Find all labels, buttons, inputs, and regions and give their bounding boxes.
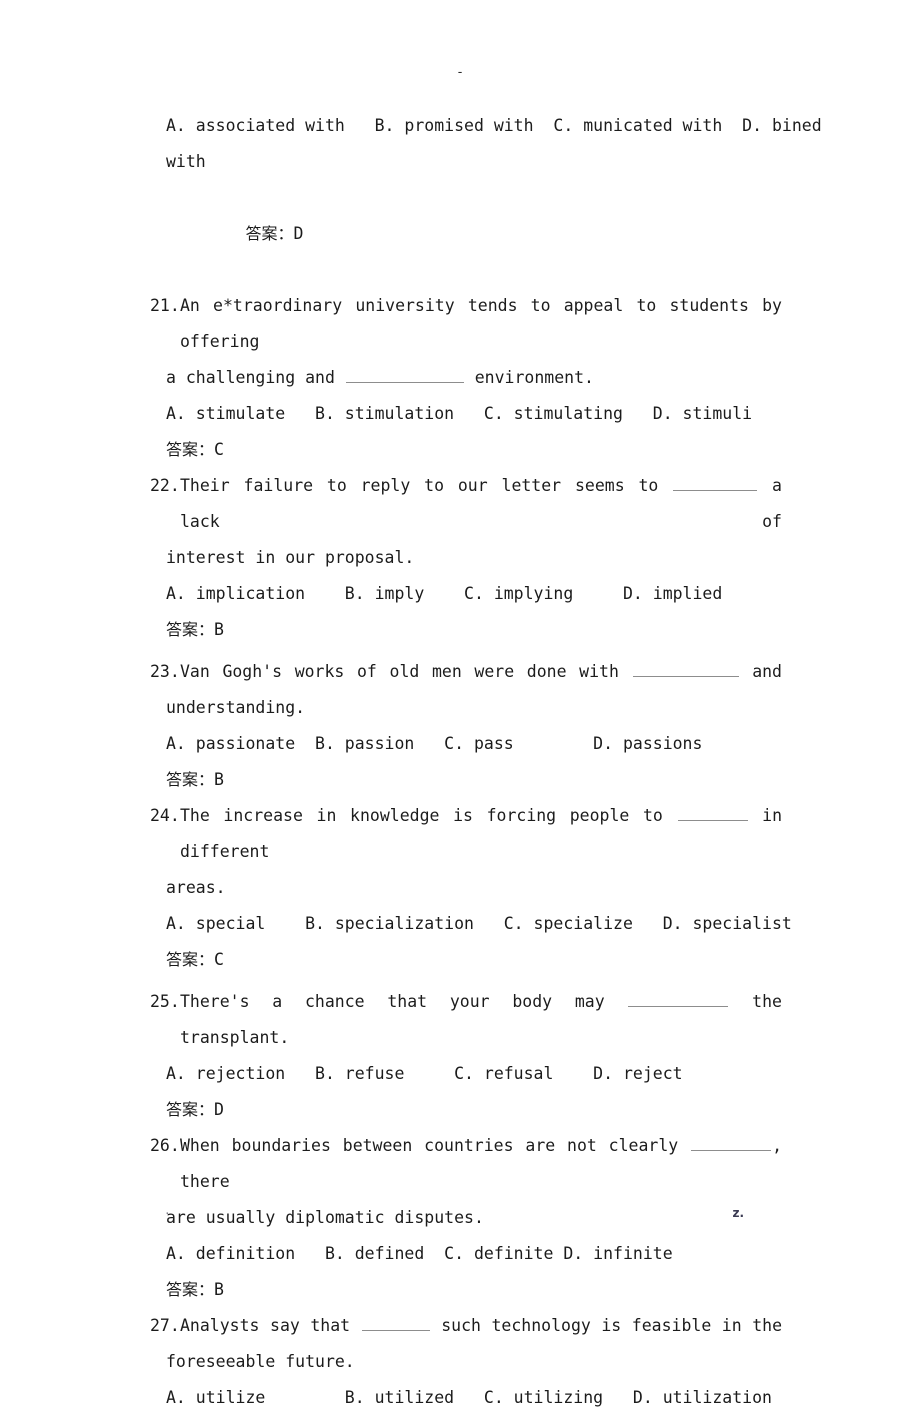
partial-question-answer-line: 答案：D (150, 180, 782, 288)
question-options: A. passionate B. passion C. pass D. pass… (166, 734, 703, 753)
question-stem-line: 26. When boundaries between countries are… (150, 1128, 782, 1200)
page-header-mark: - (456, 65, 464, 80)
question-number: 26. (150, 1136, 180, 1155)
question-answer-line: 答案：C (150, 942, 782, 978)
question-options: A. definition B. defined C. definite D. … (166, 1244, 673, 1263)
question-stem-line: 23. Van Gogh's works of old men were done… (150, 654, 782, 690)
question-block: 25. There's a chance that your body may t… (150, 984, 782, 1128)
answer-value: C (214, 440, 224, 459)
answer-blank (361, 1315, 430, 1331)
answer-label: 答案： (245, 224, 294, 243)
answer-blank (628, 991, 729, 1007)
footer-right-mark: z. (732, 1206, 744, 1220)
question-answer-line: 答案：C (150, 432, 782, 468)
answer-value: D (293, 224, 304, 243)
question-answer-line: 答案：B (150, 1272, 782, 1308)
question-stem-text: When boundaries between countries are no… (180, 1135, 782, 1191)
question-stem-text: There's a chance that your body may the … (180, 991, 782, 1047)
answer-label: 答案： (166, 1280, 215, 1299)
question-options: A. stimulate B. stimulation C. stimulati… (166, 404, 753, 423)
document-page: - A. associated with B. promised with C.… (0, 0, 920, 1407)
question-answer-line: 答案：B (150, 762, 782, 798)
answer-value: B (214, 620, 224, 639)
question-stem-text: An e*traordinary university tends to app… (180, 296, 782, 351)
question-answer-line: 答案：B (150, 612, 782, 648)
question-options: A. rejection B. refuse C. refusal D. rej… (166, 1064, 683, 1083)
question-stem-line: areas. (166, 878, 226, 897)
partial-question-options: A. associated with B. promised with C. m… (166, 116, 822, 135)
answer-blank (632, 661, 739, 677)
answer-label: 答案： (166, 620, 215, 639)
answer-label: 答案： (166, 770, 215, 789)
question-block: 23. Van Gogh's works of old men were done… (150, 654, 782, 798)
footer-left-mark: · (164, 1207, 171, 1220)
question-number: 24. (150, 806, 180, 825)
question-options: A. special B. specialization C. speciali… (166, 914, 792, 933)
partial-question-block: A. associated with B. promised with C. m… (150, 108, 822, 288)
question-stem-line: a challenging and environment. (166, 367, 594, 387)
question-stem-line: understanding. (166, 698, 306, 717)
answer-label: 答案： (166, 1100, 215, 1119)
question-block: 24. The increase in knowledge is forcing … (150, 798, 792, 978)
partial-question-options-wrap: with (166, 152, 206, 171)
question-block: 22. Their failure to reply to our letter … (150, 468, 782, 648)
question-number: 27. (150, 1316, 180, 1335)
page-footer: · z. (150, 1206, 782, 1230)
answer-blank (691, 1135, 772, 1151)
answer-value: C (214, 950, 224, 969)
question-block: 27. Analysts say that such technology is … (150, 1308, 782, 1416)
question-stem-line: foreseeable future. (166, 1352, 355, 1371)
question-block: 21. An e*traordinary university tends to … (150, 288, 782, 468)
answer-value: B (214, 770, 224, 789)
question-stem-line: 27. Analysts say that such technology is … (150, 1308, 782, 1344)
answer-blank (677, 805, 748, 821)
question-answer-line: 答案：D (150, 1092, 782, 1128)
answer-value: D (214, 1100, 224, 1119)
question-number: 25. (150, 992, 180, 1011)
question-number: 21. (150, 296, 180, 315)
answer-value: B (214, 1280, 224, 1299)
question-options: A. utilize B. utilized C. utilizing D. u… (166, 1388, 772, 1407)
question-options: A. implication B. imply C. implying D. i… (166, 584, 723, 603)
question-stem-line: 24. The increase in knowledge is forcing … (150, 798, 782, 870)
answer-label: 答案： (166, 950, 215, 969)
question-stem-text: Analysts say that such technology is fea… (180, 1315, 783, 1335)
answer-blank (345, 367, 464, 383)
question-stem-text: Van Gogh's works of old men were done wi… (180, 661, 782, 681)
question-stem-line: 25. There's a chance that your body may t… (150, 984, 782, 1056)
question-list: 21. An e*traordinary university tends to … (150, 288, 792, 1416)
answer-blank (673, 475, 758, 491)
question-stem-text: The increase in knowledge is forcing peo… (180, 805, 783, 861)
answer-label: 答案： (166, 440, 215, 459)
question-stem-line: 21. An e*traordinary university tends to … (150, 288, 782, 360)
question-stem-line: 22. Their failure to reply to our letter … (150, 468, 782, 540)
question-number: 22. (150, 476, 180, 495)
question-number: 23. (150, 662, 180, 681)
question-stem-text: Their failure to reply to our letter see… (180, 475, 782, 531)
question-stem-line: interest in our proposal. (166, 548, 415, 567)
